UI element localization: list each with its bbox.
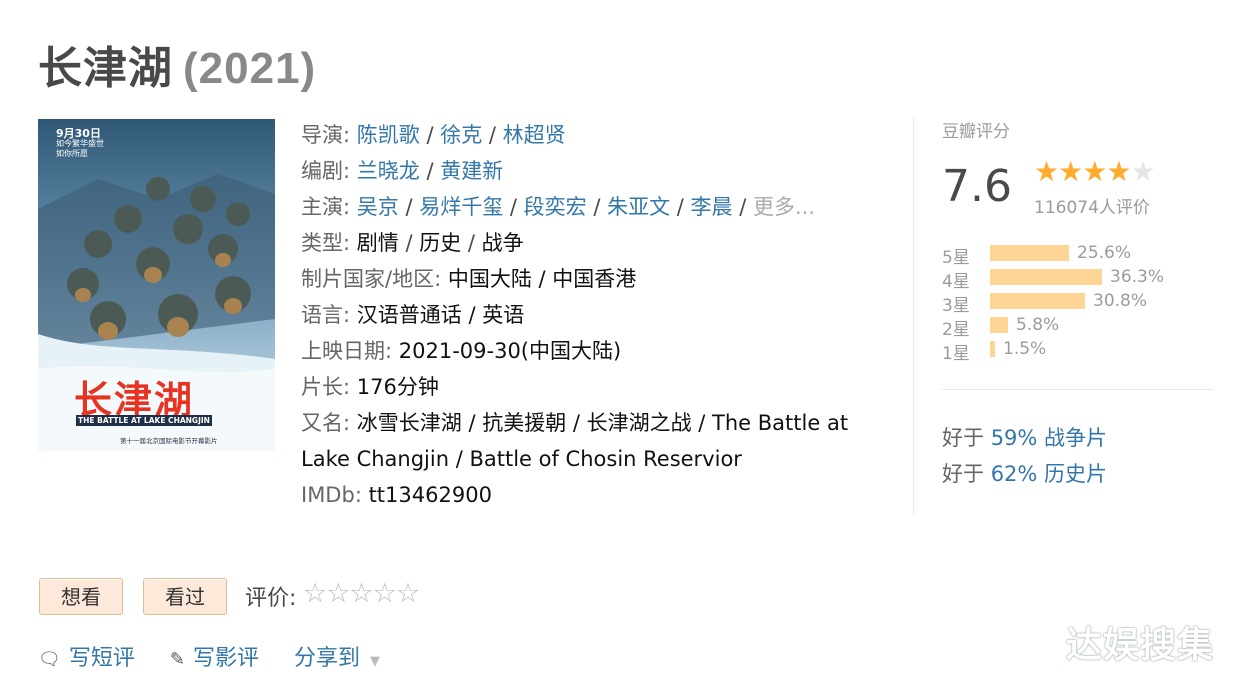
vertical-divider xyxy=(913,118,914,514)
star-icon: ★ xyxy=(1034,155,1059,188)
cast-link[interactable]: 朱亚文 xyxy=(607,195,670,219)
better-than-link[interactable]: 62% 历史片 xyxy=(991,462,1107,486)
write-short-review-label: 写短评 xyxy=(68,646,135,671)
rating-bar-percent: 1.5% xyxy=(1003,339,1047,359)
rate-label: 评价: xyxy=(245,586,297,611)
movie-poster[interactable]: 9月30日 如今繁华盛世 如你所愿 长津湖 THE BATTLE AT LAKE… xyxy=(38,119,275,451)
poster-tagline-2: 如你所愿 xyxy=(56,149,88,158)
rating-bar xyxy=(990,269,1102,285)
country-value: 中国大陆 / 中国香港 xyxy=(447,267,637,291)
rating-bar-percent: 30.8% xyxy=(1093,291,1148,311)
country-row: 制片国家/地区: 中国大陆 / 中国香港 xyxy=(301,261,881,297)
rating-bar-label: 1星 xyxy=(942,344,970,364)
better-than: 好于 59% 战争片 好于 62% 历史片 xyxy=(942,420,1107,492)
writer-link[interactable]: 兰晓龙 xyxy=(357,159,420,183)
poster-bottom-text: 第十一届北京国际电影节开幕影片 xyxy=(120,437,218,445)
watched-button[interactable]: 看过 xyxy=(143,578,227,615)
rating-bar-percent: 36.3% xyxy=(1110,267,1165,287)
cast-more-link[interactable]: 更多... xyxy=(753,195,815,219)
genre-value: 历史 xyxy=(419,231,462,255)
imdb-value: tt13462900 xyxy=(368,483,492,507)
better-than-row: 好于 59% 战争片 xyxy=(942,420,1107,456)
runtime-row: 片长: 176分钟 xyxy=(301,369,881,405)
cast-link[interactable]: 段奕宏 xyxy=(524,195,587,219)
writer-row: 编剧: 兰晓龙 / 黄建新 xyxy=(301,159,504,183)
director-link[interactable]: 徐克 xyxy=(440,123,482,147)
director-row: 导演: 陈凯歌 / 徐克 / 林超贤 xyxy=(301,123,566,147)
pencil-icon: ✎ xyxy=(169,649,185,670)
page-title: 长津湖 (2021) xyxy=(38,32,316,96)
imdb-row: IMDb: tt13462900 xyxy=(301,477,881,513)
genre-row: 类型: 剧情 / 历史 / 战争 xyxy=(301,231,524,255)
movie-title: 长津湖 xyxy=(38,43,173,94)
speech-bubble-icon: 🗨 xyxy=(38,649,61,670)
runtime-value: 176分钟 xyxy=(356,375,439,399)
write-review-label: 写影评 xyxy=(192,646,259,671)
rating-bar xyxy=(990,245,1069,261)
star-icon: ★ xyxy=(1082,155,1107,188)
rating-bar xyxy=(990,341,995,357)
release-value: 2021-09-30(中国大陆) xyxy=(398,339,622,363)
movie-info: 导演: 陈凯歌 / 徐克 / 林超贤 编剧: 兰晓龙 / 黄建新 主演: 吴京 … xyxy=(301,117,881,513)
cast-link[interactable]: 吴京 xyxy=(357,195,399,219)
caret-down-icon: ▼ xyxy=(370,654,380,669)
watermark: 达娱搜集 xyxy=(1066,625,1215,666)
rating-bar-percent: 5.8% xyxy=(1016,315,1060,335)
want-to-watch-button[interactable]: 想看 xyxy=(39,578,123,615)
release-row: 上映日期: 2021-09-30(中国大陆) xyxy=(301,333,881,369)
writer-label: 编剧: xyxy=(301,159,351,183)
better-than-row: 好于 62% 历史片 xyxy=(942,456,1107,492)
rating-score: 7.6 xyxy=(942,161,1012,212)
cast-row: 主演: 吴京 / 易烊千玺 / 段奕宏 / 朱亚文 / 李晨 / 更多... xyxy=(301,195,815,219)
rating-bar-percent: 25.6% xyxy=(1077,243,1132,263)
poster-title-en: THE BATTLE AT LAKE CHANGJIN xyxy=(76,415,212,426)
cast-label: 主演: xyxy=(301,195,351,219)
write-review-link[interactable]: ✎ 写影评 xyxy=(170,640,259,672)
language-row: 语言: 汉语普通话 / 英语 xyxy=(301,297,881,333)
better-than-prefix: 好于 xyxy=(942,462,984,486)
imdb-label: IMDb: xyxy=(301,483,362,507)
cast-link[interactable]: 李晨 xyxy=(691,195,733,219)
rating-bar-label: 4星 xyxy=(942,272,970,292)
share-label: 分享到 xyxy=(293,646,360,671)
rating-bar xyxy=(990,293,1085,309)
rating-stars: ★★★★★ xyxy=(1034,155,1156,188)
aka-label: 又名: xyxy=(301,411,351,435)
star-icon: ★ xyxy=(1106,155,1131,188)
better-than-prefix: 好于 xyxy=(942,426,984,450)
rating-bar-label: 3星 xyxy=(942,296,970,316)
aka-value: 冰雪长津湖 / 抗美援朝 / 长津湖之战 / The Battle at Lak… xyxy=(301,411,849,471)
language-label: 语言: xyxy=(301,303,351,327)
runtime-label: 片长: xyxy=(301,375,351,399)
write-short-review-link[interactable]: 🗨 写短评 xyxy=(38,640,135,672)
cast-link[interactable]: 易烊千玺 xyxy=(419,195,503,219)
director-link[interactable]: 陈凯歌 xyxy=(357,123,420,147)
horizontal-divider xyxy=(942,389,1214,390)
genre-value: 剧情 xyxy=(356,231,399,255)
rating-bar-label: 5星 xyxy=(942,248,970,268)
genre-value: 战争 xyxy=(481,231,524,255)
movie-year: (2021) xyxy=(183,44,317,93)
share-link[interactable]: 分享到 ▼ xyxy=(294,640,380,672)
better-than-link[interactable]: 59% 战争片 xyxy=(991,426,1107,450)
language-value: 汉语普通话 / 英语 xyxy=(356,303,525,327)
genre-label: 类型: xyxy=(301,231,351,255)
rate-stars-input[interactable]: ☆☆☆☆☆ xyxy=(303,578,420,609)
star-icon: ★ xyxy=(1130,155,1155,188)
rating-bar xyxy=(990,317,1008,333)
rating-label: 豆瓣评分 xyxy=(942,122,1010,142)
director-label: 导演: xyxy=(301,123,351,147)
rating-panel: 豆瓣评分 7.6 ★★★★★ 116074人评价 5星 25.6% 4星 36.… xyxy=(942,117,1214,364)
writer-link[interactable]: 黄建新 xyxy=(440,159,503,183)
action-links: 🗨 写短评 ✎ 写影评 分享到 ▼ xyxy=(38,640,408,672)
rating-votes-link[interactable]: 116074人评价 xyxy=(1034,193,1150,218)
rating-bar-label: 2星 xyxy=(942,320,970,340)
country-label: 制片国家/地区: xyxy=(301,267,442,291)
release-label: 上映日期: xyxy=(301,339,393,363)
director-link[interactable]: 林超贤 xyxy=(503,123,566,147)
star-icon: ★ xyxy=(1058,155,1083,188)
aka-row: 又名: 冰雪长津湖 / 抗美援朝 / 长津湖之战 / The Battle at… xyxy=(301,405,881,477)
